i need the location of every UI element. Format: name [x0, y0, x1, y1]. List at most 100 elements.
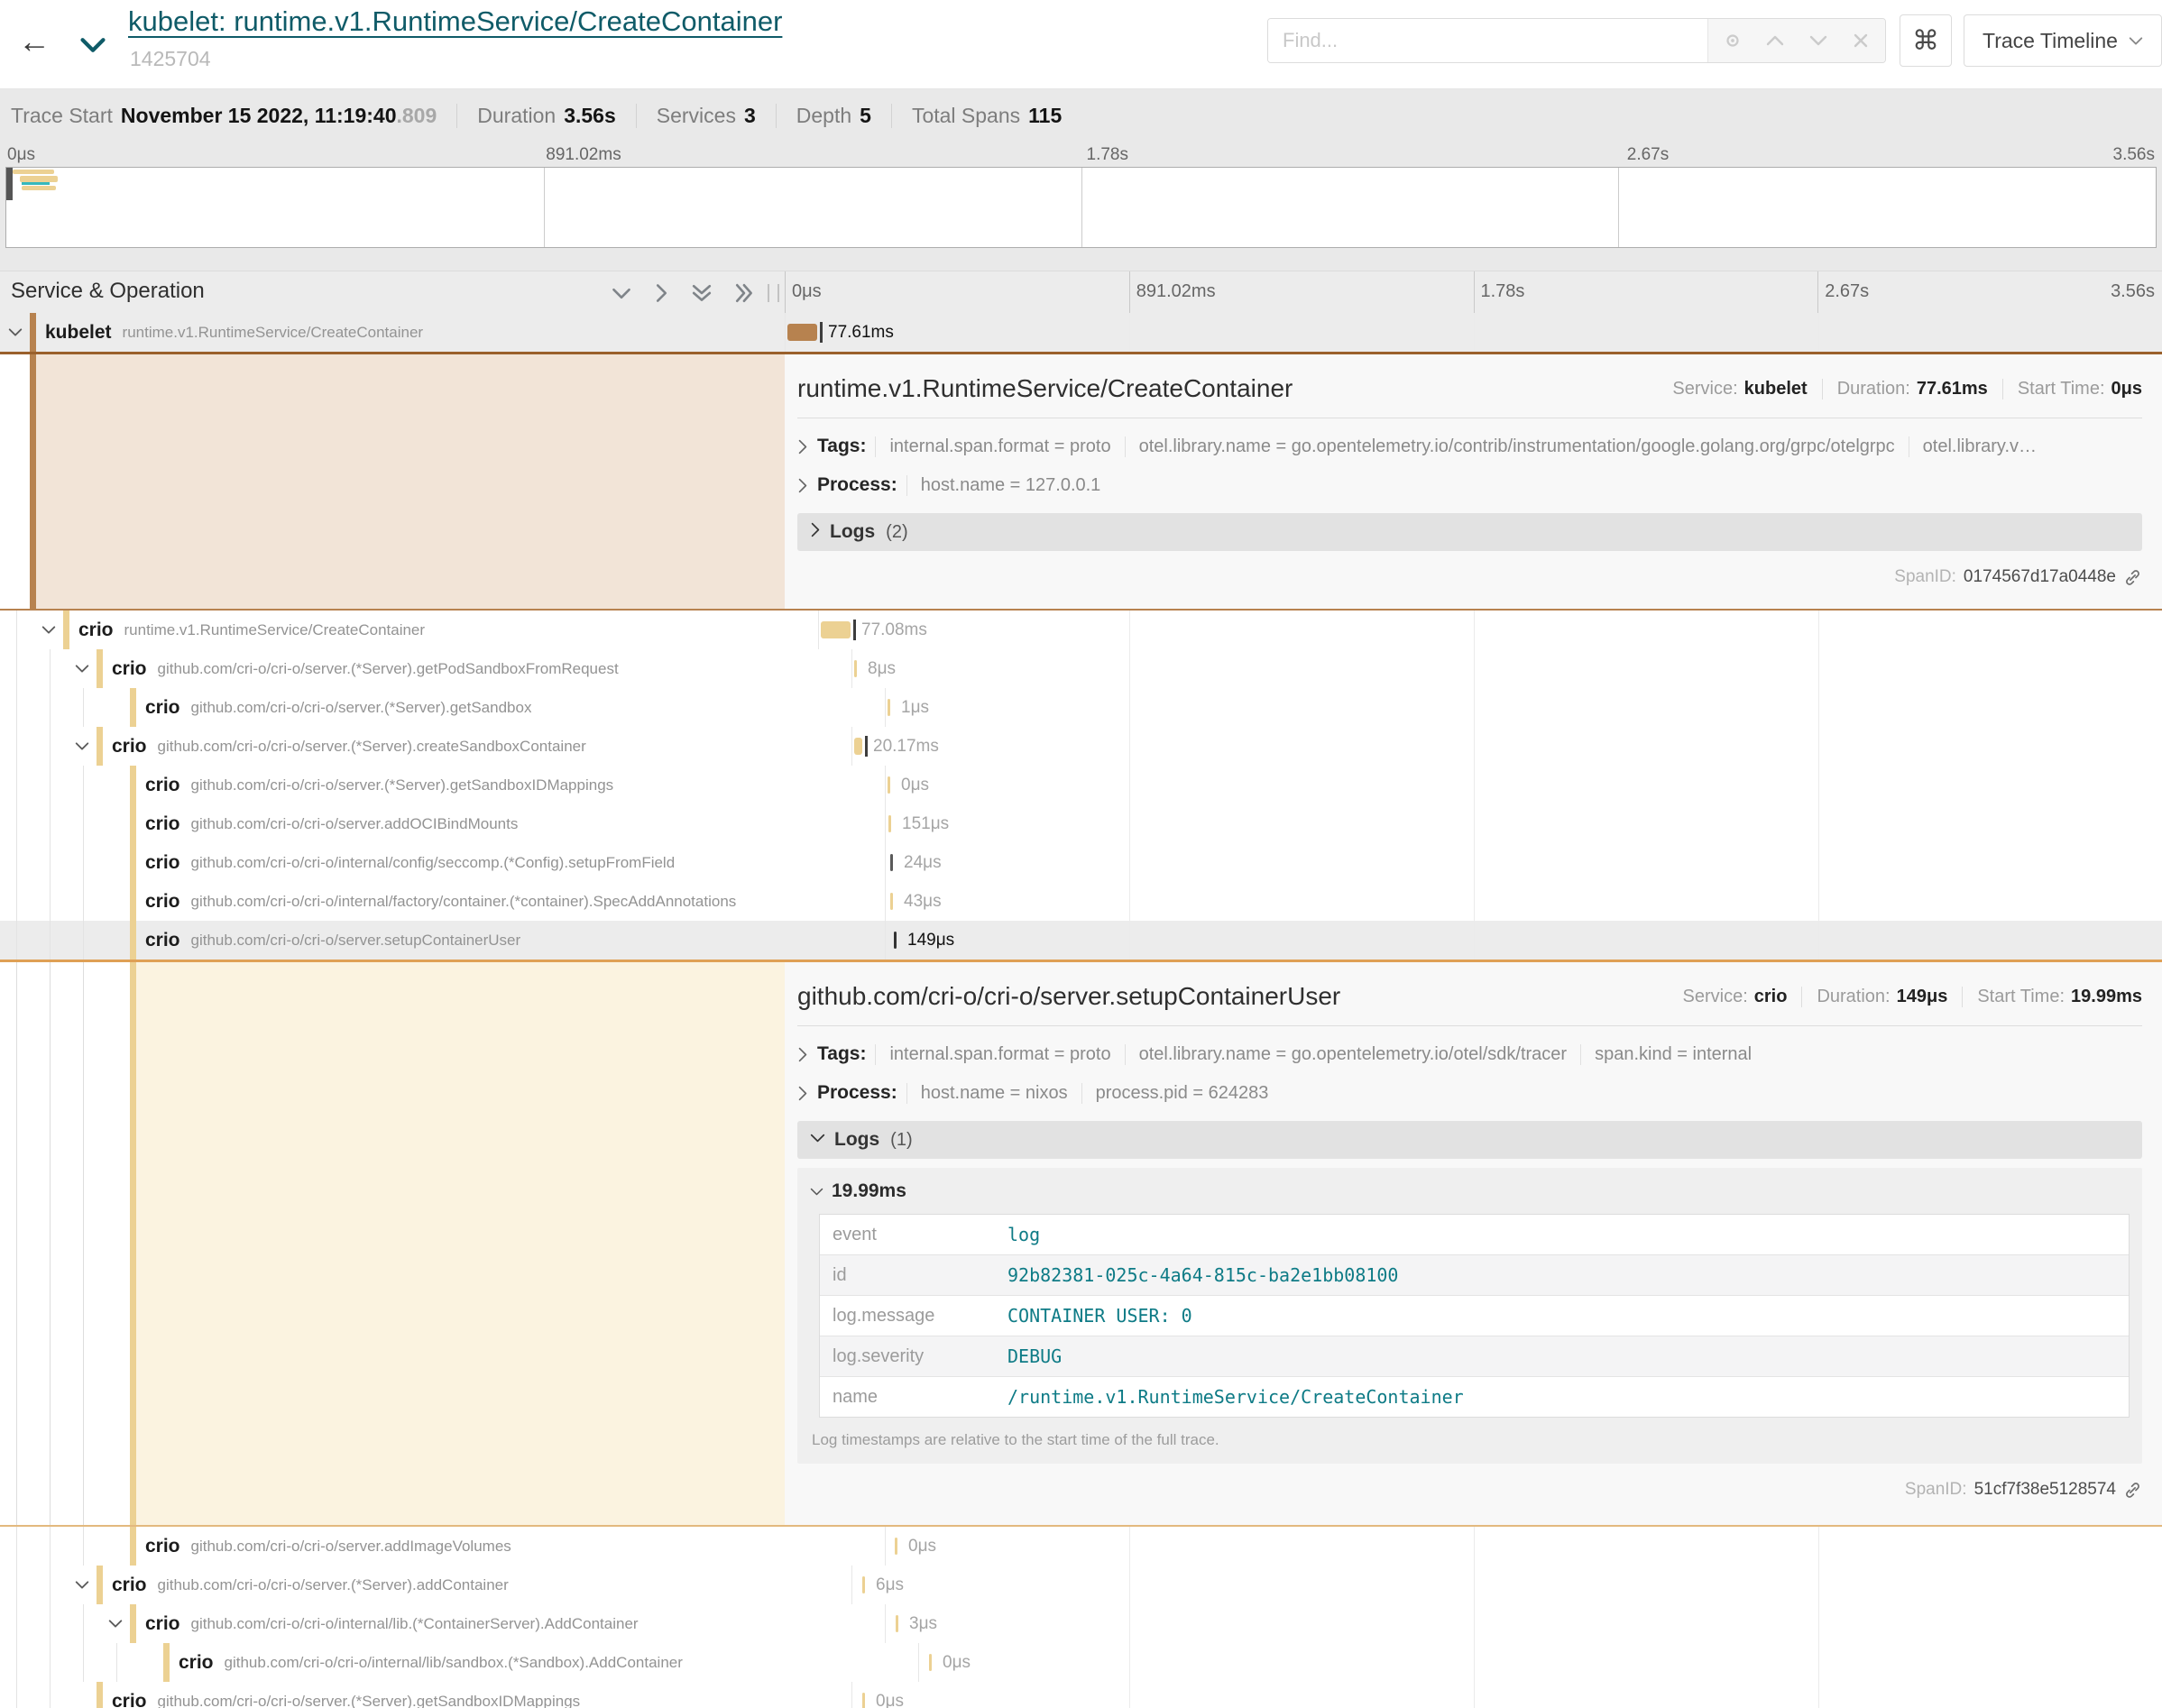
- span-name-cell[interactable]: crio github.com/cri-o/cri-o/internal/lib…: [0, 1643, 919, 1682]
- duration-label: 24μs: [904, 853, 942, 873]
- process-row[interactable]: Process: host.name = 127.0.0.1: [797, 474, 2142, 496]
- span-name-cell[interactable]: kubelet runtime.v1.RuntimeService/Create…: [0, 313, 786, 352]
- span-row[interactable]: crio github.com/cri-o/cri-o/server.(*Ser…: [0, 766, 2162, 804]
- span-timeline-cell[interactable]: 77.61ms: [786, 313, 2162, 352]
- chevron-down-icon[interactable]: [100, 1619, 130, 1629]
- span-row[interactable]: crio github.com/cri-o/cri-o/internal/fac…: [0, 882, 2162, 921]
- span-row[interactable]: crio github.com/cri-o/cri-o/server.(*Ser…: [0, 649, 2162, 688]
- viewport-scrubber[interactable]: [6, 168, 13, 200]
- span-row[interactable]: crio runtime.v1.RuntimeService/CreateCon…: [0, 611, 2162, 649]
- minimap-canvas[interactable]: [5, 167, 2157, 248]
- duration-bar[interactable]: [888, 699, 890, 716]
- process-row[interactable]: Process: host.name = nixos process.pid =…: [797, 1082, 2142, 1104]
- duration-label: 8μs: [868, 659, 896, 679]
- span-name-cell[interactable]: crio github.com/cri-o/cri-o/server.(*Ser…: [0, 688, 886, 727]
- deep-link-icon[interactable]: [2123, 568, 2142, 587]
- trace-view-selector[interactable]: Trace Timeline: [1964, 14, 2162, 67]
- span-row[interactable]: crio github.com/cri-o/cri-o/server.(*Ser…: [0, 1682, 2162, 1708]
- logs-section-collapsed[interactable]: Logs (2): [797, 513, 2142, 551]
- duration-bar[interactable]: [929, 1654, 932, 1671]
- span-name-cell[interactable]: crio github.com/cri-o/cri-o/server.(*Ser…: [0, 649, 852, 688]
- detail-gutter-tint: [36, 354, 785, 609]
- span-timeline-cell[interactable]: 8μs: [852, 649, 2162, 688]
- span-timeline-cell[interactable]: 149μs: [886, 921, 2162, 960]
- duration-bar[interactable]: [821, 621, 851, 638]
- span-name-cell[interactable]: crio github.com/cri-o/cri-o/server.addOC…: [0, 804, 886, 843]
- detail-start-time: 0μs: [2111, 379, 2142, 399]
- deep-link-icon[interactable]: [2123, 1481, 2142, 1500]
- duration-bar[interactable]: [862, 1576, 865, 1593]
- logs-section-expanded[interactable]: Logs (1): [797, 1121, 2142, 1159]
- span-row[interactable]: crio github.com/cri-o/cri-o/internal/lib…: [0, 1604, 2162, 1643]
- span-row[interactable]: crio github.com/cri-o/cri-o/server.addOC…: [0, 804, 2162, 843]
- span-row[interactable]: crio github.com/cri-o/cri-o/internal/con…: [0, 843, 2162, 882]
- trace-title-link[interactable]: kubelet: runtime.v1.RuntimeService/Creat…: [128, 5, 782, 38]
- span-timeline-cell[interactable]: 43μs: [886, 882, 2162, 921]
- collapse-all-icon[interactable]: [692, 283, 712, 303]
- span-timeline-cell[interactable]: 151μs: [886, 804, 2162, 843]
- duration-bar[interactable]: [787, 324, 817, 341]
- duration-bar[interactable]: [888, 776, 890, 794]
- duration-bar[interactable]: [890, 893, 893, 910]
- span-name-cell[interactable]: crio runtime.v1.RuntimeService/CreateCon…: [0, 611, 819, 649]
- span-row[interactable]: kubelet runtime.v1.RuntimeService/Create…: [0, 313, 2162, 352]
- span-name-cell[interactable]: crio github.com/cri-o/cri-o/internal/con…: [0, 843, 886, 882]
- span-timeline-cell[interactable]: 0μs: [886, 766, 2162, 804]
- span-name-cell[interactable]: crio github.com/cri-o/cri-o/internal/fac…: [0, 882, 886, 921]
- duration-bar[interactable]: [854, 738, 862, 755]
- column-resize-handle[interactable]: [768, 284, 779, 302]
- duration-bar[interactable]: [854, 660, 857, 677]
- span-timeline-cell[interactable]: 24μs: [886, 843, 2162, 882]
- span-row[interactable]: crio github.com/cri-o/cri-o/server.(*Ser…: [0, 1566, 2162, 1604]
- back-button[interactable]: ←: [13, 20, 56, 63]
- tags-row[interactable]: Tags: internal.span.format = proto otel.…: [797, 436, 2142, 457]
- duration-bar[interactable]: [894, 932, 897, 949]
- duration-bar[interactable]: [896, 1615, 898, 1632]
- duration-bar[interactable]: [895, 1538, 897, 1555]
- collapse-trace-header-icon[interactable]: [79, 36, 106, 59]
- span-name-cell[interactable]: crio github.com/cri-o/cri-o/server.addIm…: [0, 1527, 886, 1566]
- duration-bar[interactable]: [890, 854, 893, 871]
- tags-row[interactable]: Tags: internal.span.format = proto otel.…: [797, 1043, 2142, 1065]
- chevron-down-icon[interactable]: [0, 327, 30, 337]
- span-timeline-cell[interactable]: 3μs: [886, 1604, 2162, 1643]
- span-timeline-cell[interactable]: 77.08ms: [819, 611, 2162, 649]
- span-timeline-cell[interactable]: 20.17ms: [852, 727, 2162, 766]
- chevron-down-icon[interactable]: [67, 664, 97, 674]
- total-spans-item: Total Spans 115: [891, 104, 1081, 128]
- find-input[interactable]: [1268, 19, 1707, 62]
- collapse-one-icon[interactable]: [612, 283, 631, 303]
- keyboard-shortcuts-button[interactable]: ⌘: [1900, 14, 1952, 67]
- operation-name: github.com/cri-o/cri-o/server.(*Server).…: [191, 699, 532, 717]
- span-name-cell[interactable]: crio github.com/cri-o/cri-o/server.(*Ser…: [0, 766, 886, 804]
- chevron-down-icon[interactable]: [67, 741, 97, 751]
- span-timeline-cell[interactable]: 6μs: [852, 1566, 2162, 1604]
- span-timeline-cell[interactable]: 0μs: [852, 1682, 2162, 1708]
- chevron-down-icon[interactable]: [33, 625, 63, 635]
- next-result-icon[interactable]: [1800, 23, 1836, 59]
- span-row[interactable]: crio github.com/cri-o/cri-o/server.(*Ser…: [0, 727, 2162, 766]
- chevron-down-icon[interactable]: [67, 1580, 97, 1590]
- span-row[interactable]: crio github.com/cri-o/cri-o/internal/lib…: [0, 1643, 2162, 1682]
- log-entry-header[interactable]: 19.99ms: [810, 1180, 2130, 1202]
- span-name-cell[interactable]: crio github.com/cri-o/cri-o/internal/lib…: [0, 1604, 886, 1643]
- expand-all-icon[interactable]: [735, 283, 754, 303]
- axis-gridline: [1817, 271, 1818, 314]
- clear-search-icon[interactable]: [1843, 23, 1879, 59]
- locate-icon[interactable]: [1715, 23, 1751, 59]
- span-timeline-cell[interactable]: 0μs: [886, 1527, 2162, 1566]
- expand-one-icon[interactable]: [655, 283, 668, 303]
- timeline-axis: 0μs 891.02ms 1.78s 2.67s 3.56s: [785, 271, 2162, 314]
- span-timeline-cell[interactable]: 0μs: [919, 1643, 2162, 1682]
- span-name-cell[interactable]: crio github.com/cri-o/cri-o/server.setup…: [0, 921, 886, 960]
- span-row[interactable]: crio github.com/cri-o/cri-o/server.addIm…: [0, 1527, 2162, 1566]
- span-timeline-cell[interactable]: 1μs: [886, 688, 2162, 727]
- span-name-cell[interactable]: crio github.com/cri-o/cri-o/server.(*Ser…: [0, 727, 852, 766]
- span-name-cell[interactable]: crio github.com/cri-o/cri-o/server.(*Ser…: [0, 1682, 852, 1708]
- span-row[interactable]: crio github.com/cri-o/cri-o/server.setup…: [0, 921, 2162, 960]
- duration-bar[interactable]: [862, 1693, 865, 1708]
- prev-result-icon[interactable]: [1757, 23, 1793, 59]
- span-name-cell[interactable]: crio github.com/cri-o/cri-o/server.(*Ser…: [0, 1566, 852, 1604]
- span-row[interactable]: crio github.com/cri-o/cri-o/server.(*Ser…: [0, 688, 2162, 727]
- duration-bar[interactable]: [888, 815, 891, 832]
